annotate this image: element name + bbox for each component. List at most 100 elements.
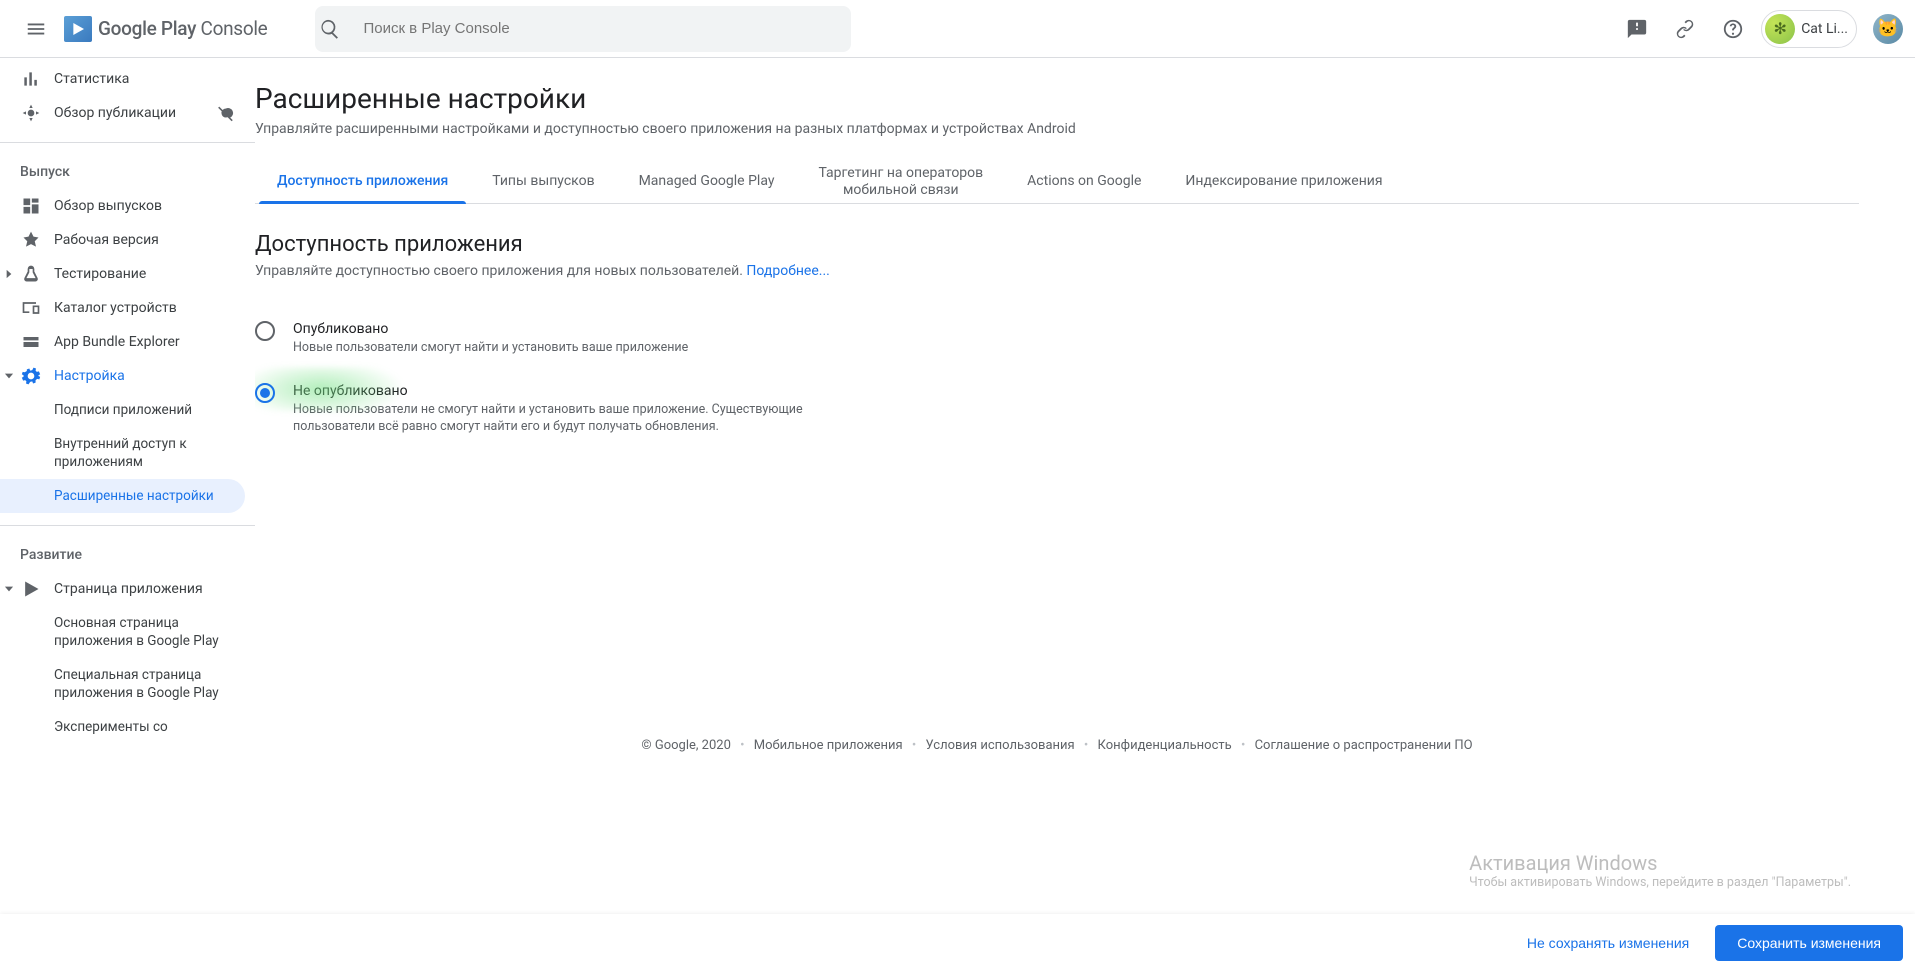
nav-publishing-overview[interactable]: Обзор публикации <box>0 96 255 130</box>
chevron-down-icon <box>2 582 16 596</box>
nav-label: Специальная страница приложения в Google… <box>54 666 235 702</box>
link-button[interactable] <box>1665 9 1705 49</box>
nav-internal-sharing[interactable]: Внутренний доступ к приложениям <box>0 427 255 479</box>
save-button[interactable]: Сохранить изменения <box>1715 925 1903 961</box>
help-button[interactable] <box>1713 9 1753 49</box>
rocket-icon <box>20 229 42 251</box>
footer-link-privacy[interactable]: Конфиденциальность <box>1098 738 1232 753</box>
main-content: Расширенные настройки Управляйте расшире… <box>255 58 1915 970</box>
account-switcher[interactable]: Cat Li... <box>1761 10 1857 48</box>
section-label: Выпуск <box>20 164 70 180</box>
tab-app-indexing[interactable]: Индексирование приложения <box>1163 161 1404 203</box>
radio-desc: Новые пользователи не смогут найти и уст… <box>293 401 853 436</box>
tab-managed-play[interactable]: Managed Google Play <box>617 161 797 203</box>
user-avatar[interactable] <box>1873 14 1903 44</box>
page-subtitle: Управляйте расширенными настройками и до… <box>255 121 1859 137</box>
section-title: Доступность приложения <box>255 232 1859 257</box>
page-title: Расширенные настройки <box>255 82 1859 115</box>
radio-label: Опубликовано <box>293 321 1859 337</box>
section-growth: Развитие <box>0 538 255 572</box>
footer-link-terms[interactable]: Условия использования <box>926 738 1075 753</box>
section-label: Развитие <box>20 547 82 563</box>
tab-carrier-targeting[interactable]: Таргетинг на операторовмобильной связи <box>796 161 1005 203</box>
nav-label: Внутренний доступ к приложениям <box>54 435 235 471</box>
learn-more-link[interactable]: Подробнее... <box>746 263 829 279</box>
nav-label: Статистика <box>54 71 129 87</box>
save-bar: Не сохранять изменения Сохранить изменен… <box>0 914 1915 970</box>
nav-main-listing[interactable]: Основная страница приложения в Google Pl… <box>0 606 255 658</box>
page-footer: © Google, 2020 • Мобильное приложения • … <box>255 738 1859 753</box>
nav-label: Подписи приложений <box>54 401 192 419</box>
play-console-logo[interactable]: Google Play Console <box>64 16 267 42</box>
help-icon <box>1722 18 1744 40</box>
sidebar: Статистика Обзор публикации Выпуск Об <box>0 58 255 970</box>
nav-label: Каталог устройств <box>54 300 177 316</box>
nav-setup[interactable]: Настройка <box>0 359 255 393</box>
nav-label: Рабочая версия <box>54 232 159 248</box>
nav-advanced-settings[interactable]: Расширенные настройки <box>0 479 245 513</box>
radio-input-unpublished[interactable] <box>255 383 275 403</box>
link-icon <box>1674 18 1696 40</box>
nav-label: Обзор выпусков <box>54 198 162 214</box>
nav-release-overview[interactable]: Обзор выпусков <box>0 189 255 223</box>
radio-input-published[interactable] <box>255 321 275 341</box>
nav-label: Расширенные настройки <box>54 487 214 505</box>
section-desc: Управляйте доступностью своего приложени… <box>255 263 1859 279</box>
nav-label: App Bundle Explorer <box>54 334 180 350</box>
search-container <box>315 6 851 52</box>
footer-link-mobile[interactable]: Мобильное приложения <box>754 738 903 753</box>
nav-experiments[interactable]: Эксперименты со <box>0 710 255 744</box>
availability-radio-group: Опубликовано Новые пользователи смогут н… <box>255 317 1859 458</box>
nav-label: Эксперименты со <box>54 718 168 736</box>
nav-custom-listing[interactable]: Специальная страница приложения в Google… <box>0 658 255 710</box>
nav-app-signing[interactable]: Подписи приложений <box>0 393 255 427</box>
stats-icon <box>20 68 42 90</box>
radio-option-unpublished[interactable]: Не опубликовано Новые пользователи не см… <box>255 379 1859 458</box>
hamburger-menu-button[interactable] <box>12 5 60 53</box>
flask-icon <box>20 263 42 285</box>
radio-label: Не опубликовано <box>293 383 1859 399</box>
chevron-down-icon <box>2 369 16 383</box>
feedback-icon <box>1626 18 1648 40</box>
radio-option-published[interactable]: Опубликовано Новые пользователи смогут н… <box>255 317 1859 379</box>
bundle-icon <box>20 331 42 353</box>
devices-icon <box>20 297 42 319</box>
nav-label: Страница приложения <box>54 581 203 597</box>
nav-testing[interactable]: Тестирование <box>0 257 255 291</box>
feedback-button[interactable] <box>1617 9 1657 49</box>
tab-release-types[interactable]: Типы выпусков <box>470 161 616 203</box>
play-icon <box>20 578 42 600</box>
app-avatar-icon <box>1765 14 1795 44</box>
windows-activation-watermark: Активация Windows Чтобы активировать Win… <box>1469 851 1851 890</box>
nav-statistics[interactable]: Статистика <box>0 62 255 96</box>
dashboard-icon <box>20 195 42 217</box>
menu-icon <box>25 18 47 40</box>
section-release: Выпуск <box>0 155 255 189</box>
search-input[interactable] <box>363 20 847 37</box>
publishing-icon <box>20 102 42 124</box>
gear-icon <box>20 365 42 387</box>
logo-text: Google Play Console <box>98 17 267 40</box>
header: Google Play Console Cat Li... <box>0 0 1915 58</box>
account-name: Cat Li... <box>1801 21 1848 37</box>
managed-off-icon <box>217 104 235 122</box>
tab-actions-google[interactable]: Actions on Google <box>1005 161 1163 203</box>
tab-availability[interactable]: Доступность приложения <box>255 161 470 203</box>
play-logo-icon <box>64 16 92 42</box>
nav-device-catalog[interactable]: Каталог устройств <box>0 291 255 325</box>
radio-desc: Новые пользователи смогут найти и устано… <box>293 339 853 357</box>
tabs: Доступность приложения Типы выпусков Man… <box>255 161 1859 204</box>
discard-button[interactable]: Не сохранять изменения <box>1509 926 1707 960</box>
footer-copyright: © Google, 2020 <box>641 738 730 753</box>
nav-store-presence[interactable]: Страница приложения <box>0 572 255 606</box>
nav-label: Настройка <box>54 368 125 384</box>
nav-label: Основная страница приложения в Google Pl… <box>54 614 235 650</box>
nav-production[interactable]: Рабочая версия <box>0 223 255 257</box>
nav-label: Обзор публикации <box>54 105 176 121</box>
footer-link-distribution[interactable]: Соглашение о распространении ПО <box>1255 738 1473 753</box>
header-actions: Cat Li... <box>1617 9 1903 49</box>
nav-bundle-explorer[interactable]: App Bundle Explorer <box>0 325 255 359</box>
nav-label: Тестирование <box>54 266 146 282</box>
chevron-right-icon <box>2 267 16 281</box>
search-icon <box>319 18 363 40</box>
